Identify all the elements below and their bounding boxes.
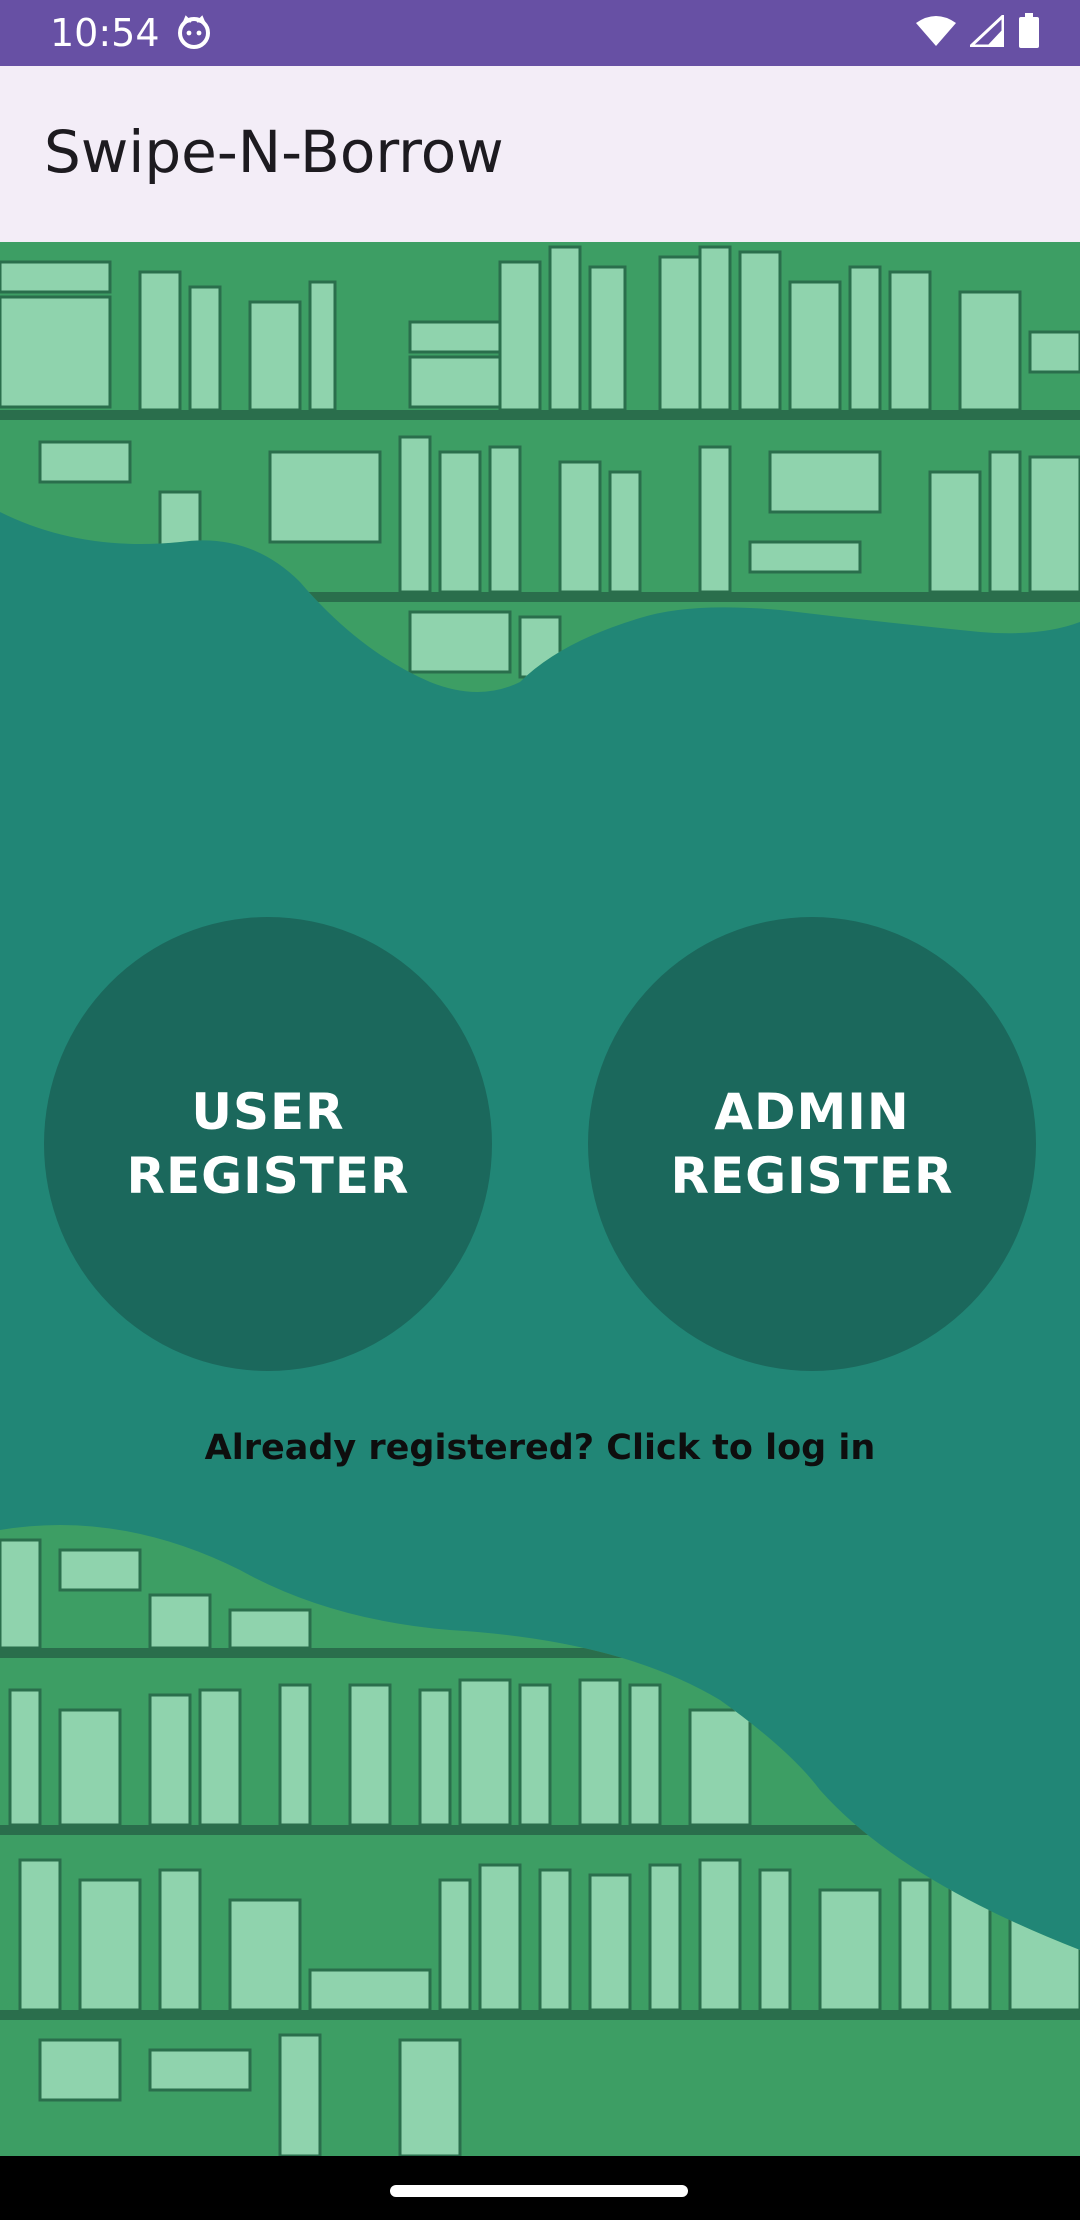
battery-icon — [1018, 13, 1040, 53]
app-title: Swipe-N-Borrow — [44, 118, 504, 186]
bookshelf-bottom-illustration — [0, 1525, 1080, 2156]
home-indicator[interactable] — [390, 2185, 688, 2197]
wifi-icon — [916, 15, 956, 51]
app-bar: Swipe-N-Borrow — [0, 66, 1080, 242]
user-register-button[interactable]: USER REGISTER — [44, 917, 492, 1371]
status-bar: 10:54 — [0, 0, 1080, 66]
bookshelf-top-illustration — [0, 242, 1080, 692]
login-link[interactable]: Already registered? Click to log in — [0, 1428, 1080, 1468]
status-time: 10:54 — [50, 11, 160, 55]
admin-register-button[interactable]: ADMIN REGISTER — [588, 917, 1036, 1371]
status-icons — [916, 12, 1040, 53]
cat-notification-icon — [176, 14, 212, 50]
cell-signal-icon — [967, 12, 1005, 51]
